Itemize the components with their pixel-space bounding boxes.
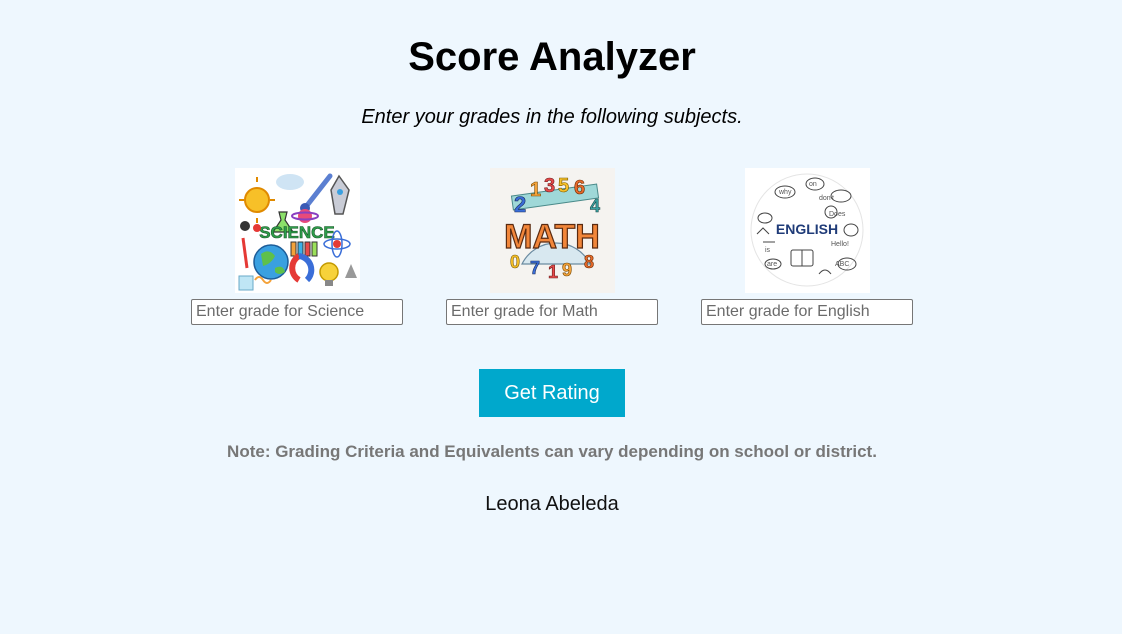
math-word: MATH bbox=[504, 218, 600, 256]
svg-text:6: 6 bbox=[574, 177, 585, 199]
subject-english: why on Does Hello! ABC is are don't ENGL… bbox=[701, 168, 913, 325]
math-grade-input[interactable] bbox=[446, 299, 658, 325]
grading-note: Note: Grading Criteria and Equivalents c… bbox=[227, 442, 877, 461]
science-word: SCIENCE bbox=[259, 223, 335, 242]
svg-text:why: why bbox=[778, 189, 792, 196]
svg-text:ABC: ABC bbox=[835, 261, 849, 268]
svg-text:0: 0 bbox=[510, 252, 520, 272]
page-title: Score Analyzer bbox=[408, 35, 696, 79]
score-analyzer-page: Score Analyzer Enter your grades in the … bbox=[0, 0, 1122, 634]
svg-text:5: 5 bbox=[558, 175, 569, 197]
subject-math: 2 1 3 5 6 4 MATH 0 7 1 9 8 bbox=[446, 168, 658, 325]
svg-text:9: 9 bbox=[562, 260, 572, 280]
svg-text:4: 4 bbox=[590, 196, 600, 216]
math-image: 2 1 3 5 6 4 MATH 0 7 1 9 8 bbox=[489, 168, 615, 293]
svg-text:1: 1 bbox=[548, 262, 558, 282]
get-rating-button[interactable]: Get Rating bbox=[479, 369, 625, 417]
svg-text:are: are bbox=[767, 261, 777, 268]
page-subtitle: Enter your grades in the following subje… bbox=[361, 106, 743, 128]
subject-science: SCIENCE bbox=[191, 168, 403, 325]
svg-text:7: 7 bbox=[530, 258, 540, 278]
svg-text:is: is bbox=[765, 247, 771, 254]
svg-text:Hello!: Hello! bbox=[831, 241, 849, 248]
svg-text:1: 1 bbox=[530, 179, 541, 201]
svg-text:Does: Does bbox=[829, 211, 846, 218]
english-image: why on Does Hello! ABC is are don't ENGL… bbox=[744, 168, 870, 293]
svg-text:don't: don't bbox=[819, 195, 834, 202]
svg-text:3: 3 bbox=[544, 175, 555, 197]
svg-text:2: 2 bbox=[514, 192, 526, 217]
author-name: Leona Abeleda bbox=[485, 493, 619, 515]
svg-text:8: 8 bbox=[584, 252, 594, 272]
science-image: SCIENCE bbox=[234, 168, 360, 293]
english-grade-input[interactable] bbox=[701, 299, 913, 325]
science-grade-input[interactable] bbox=[191, 299, 403, 325]
english-word: ENGLISH bbox=[775, 221, 837, 237]
svg-text:on: on bbox=[809, 181, 817, 188]
